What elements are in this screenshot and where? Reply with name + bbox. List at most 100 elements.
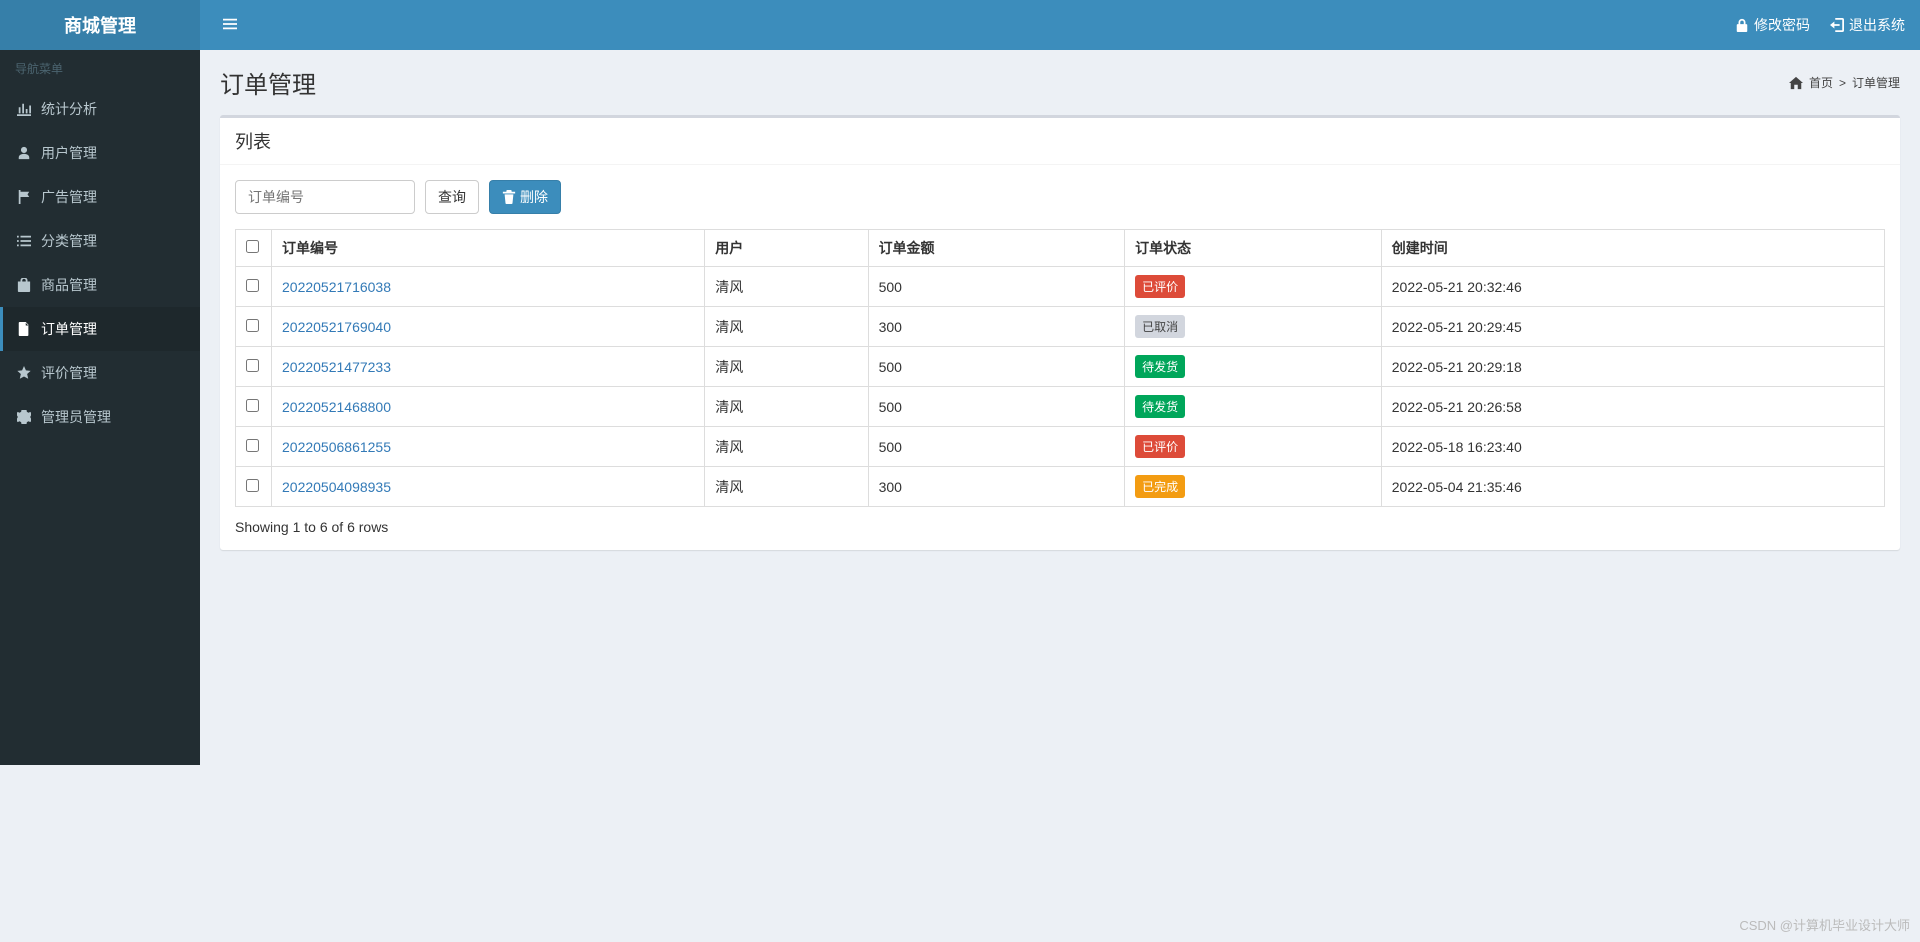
table-row: 20220521477233 清风 500 待发货 2022-05-21 20:… [236,347,1885,387]
cell-created: 2022-05-21 20:29:18 [1381,347,1884,387]
query-button[interactable]: 查询 [425,180,479,214]
file-icon [15,322,33,336]
table-row: 20220521468800 清风 500 待发货 2022-05-21 20:… [236,387,1885,427]
star-icon [15,366,33,380]
order-no-link[interactable]: 20220504098935 [282,479,391,495]
order-no-link[interactable]: 20220506861255 [282,439,391,455]
menu-icon [223,17,237,31]
sidebar-item-label: 订单管理 [41,319,97,339]
cell-user: 清风 [705,427,868,467]
sidebar-item-4[interactable]: 商品管理 [0,263,200,307]
status-badge: 待发货 [1135,355,1185,378]
sidebar-item-label: 广告管理 [41,187,97,207]
cell-user: 清风 [705,307,868,347]
col-user[interactable]: 用户 [705,230,868,267]
cell-amount: 500 [868,347,1125,387]
order-no-link[interactable]: 20220521716038 [282,279,391,295]
logout-link[interactable]: 退出系统 [1830,15,1905,35]
change-password-label: 修改密码 [1754,15,1810,35]
row-checkbox[interactable] [246,359,259,372]
trash-icon [502,190,516,204]
pagination-info: Showing 1 to 6 of 6 rows [235,519,1885,535]
lock-icon [1735,18,1749,32]
status-badge: 待发货 [1135,395,1185,418]
sidebar-item-3[interactable]: 分类管理 [0,219,200,263]
cell-created: 2022-05-18 16:23:40 [1381,427,1884,467]
brand-title: 商城管理 [0,0,200,50]
delete-button[interactable]: 删除 [489,180,561,214]
sidebar-item-2[interactable]: 广告管理 [0,175,200,219]
select-all-checkbox[interactable] [246,240,259,253]
panel-title: 列表 [220,118,1900,165]
sidebar-item-6[interactable]: 评价管理 [0,351,200,395]
nav-list: 统计分析用户管理广告管理分类管理商品管理订单管理评价管理管理员管理 [0,87,200,439]
row-checkbox[interactable] [246,319,259,332]
col-amount[interactable]: 订单金额 [868,230,1125,267]
cell-amount: 500 [868,387,1125,427]
cell-created: 2022-05-21 20:29:45 [1381,307,1884,347]
flag-icon [15,190,33,204]
row-checkbox[interactable] [246,479,259,492]
col-created[interactable]: 创建时间 [1381,230,1884,267]
sidebar-item-label: 管理员管理 [41,407,111,427]
sidebar-item-5[interactable]: 订单管理 [0,307,200,351]
search-input[interactable] [235,180,415,214]
status-badge: 已取消 [1135,315,1185,338]
col-status[interactable]: 订单状态 [1125,230,1382,267]
cell-user: 清风 [705,467,868,507]
sidebar-item-label: 评价管理 [41,363,97,383]
delete-label: 删除 [520,187,548,207]
query-label: 查询 [438,187,466,207]
status-badge: 已评价 [1135,275,1185,298]
nav-heading: 导航菜单 [0,50,200,87]
list-panel: 列表 查询 删除 [220,115,1900,550]
cell-user: 清风 [705,267,868,307]
page-title: 订单管理 [220,65,316,100]
status-badge: 已完成 [1135,475,1185,498]
cell-created: 2022-05-04 21:35:46 [1381,467,1884,507]
sidebar-item-1[interactable]: 用户管理 [0,131,200,175]
sidebar-item-label: 统计分析 [41,99,97,119]
watermark: CSDN @计算机毕业设计大师 [1739,915,1910,934]
sidebar: 商城管理 导航菜单 统计分析用户管理广告管理分类管理商品管理订单管理评价管理管理… [0,0,200,765]
status-badge: 已评价 [1135,435,1185,458]
signout-icon [1830,18,1844,32]
gear-icon [15,410,33,424]
cell-user: 清风 [705,387,868,427]
order-table: 订单编号 用户 订单金额 订单状态 创建时间 20220521716038 清风… [235,229,1885,507]
row-checkbox[interactable] [246,279,259,292]
table-row: 20220506861255 清风 500 已评价 2022-05-18 16:… [236,427,1885,467]
chart-bar-icon [15,102,33,116]
table-row: 20220521769040 清风 300 已取消 2022-05-21 20:… [236,307,1885,347]
user-icon [15,146,33,160]
table-row: 20220521716038 清风 500 已评价 2022-05-21 20:… [236,267,1885,307]
sidebar-item-label: 用户管理 [41,143,97,163]
sidebar-item-label: 分类管理 [41,231,97,251]
breadcrumb-current: 订单管理 [1852,74,1900,91]
order-no-link[interactable]: 20220521769040 [282,319,391,335]
cell-amount: 500 [868,267,1125,307]
cell-amount: 300 [868,307,1125,347]
list-icon [15,234,33,248]
logout-label: 退出系统 [1849,15,1905,35]
bag-icon [15,278,33,292]
sidebar-item-7[interactable]: 管理员管理 [0,395,200,439]
row-checkbox[interactable] [246,439,259,452]
sidebar-item-0[interactable]: 统计分析 [0,87,200,131]
col-order-no[interactable]: 订单编号 [272,230,705,267]
row-checkbox[interactable] [246,399,259,412]
menu-toggle-button[interactable] [215,9,245,42]
sidebar-item-label: 商品管理 [41,275,97,295]
breadcrumb: 首页 > 订单管理 [1789,74,1900,91]
change-password-link[interactable]: 修改密码 [1735,15,1810,35]
cell-created: 2022-05-21 20:32:46 [1381,267,1884,307]
topbar: 修改密码 退出系统 [200,0,1920,50]
cell-user: 清风 [705,347,868,387]
cell-amount: 500 [868,427,1125,467]
order-no-link[interactable]: 20220521468800 [282,399,391,415]
cell-amount: 300 [868,467,1125,507]
table-row: 20220504098935 清风 300 已完成 2022-05-04 21:… [236,467,1885,507]
breadcrumb-home[interactable]: 首页 [1809,74,1833,91]
order-no-link[interactable]: 20220521477233 [282,359,391,375]
home-icon [1789,76,1803,90]
